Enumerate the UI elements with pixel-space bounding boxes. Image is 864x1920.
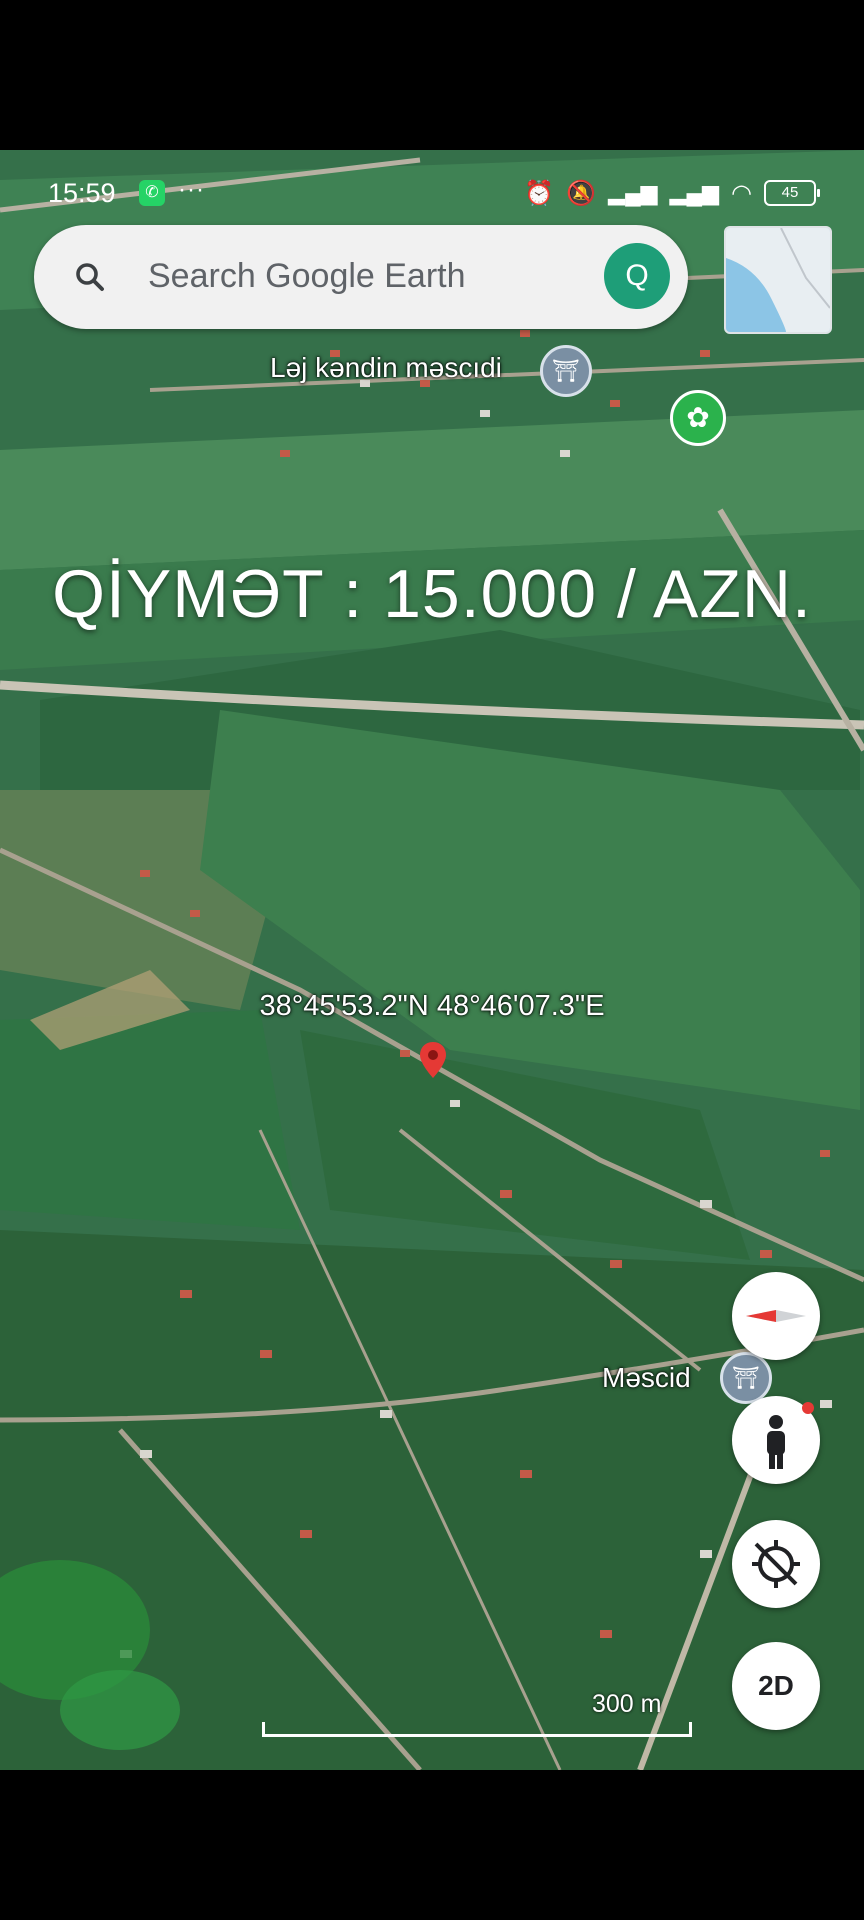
status-icons: ⏰ 🔕 ▂▄▆ ▂▄▆ ◠ 45 [524, 178, 820, 208]
location-pin-icon[interactable] [420, 1042, 446, 1078]
location-off-icon [752, 1540, 800, 1588]
street-view-icon [767, 1402, 814, 1469]
search-bar[interactable]: Search Google Earth Q [34, 225, 688, 329]
status-overflow: ··· [178, 176, 205, 203]
compass-button[interactable] [732, 1272, 820, 1360]
alarm-icon: ⏰ [524, 179, 555, 207]
signal-icon: ▂▄▆ [669, 180, 720, 205]
signal-icon: ▂▄▆ [608, 180, 658, 205]
poi-label-mosque-2[interactable]: Məscid [602, 1362, 691, 1394]
scale-bar [262, 1722, 692, 1737]
search-input[interactable]: Search Google Earth [148, 257, 466, 296]
battery-icon: 45 [764, 180, 820, 206]
poi-label-mosque[interactable]: Ləj kəndin məscıdi [270, 352, 502, 384]
search-icon[interactable] [72, 259, 108, 295]
my-location-button[interactable] [732, 1520, 820, 1608]
account-avatar[interactable]: Q [604, 243, 670, 309]
coordinates-label: 38°45'53.2"N 48°46'07.3"E [259, 990, 605, 1022]
bottom-black-bar [0, 1770, 864, 1920]
minimap-thumbnail[interactable] [724, 226, 832, 334]
wifi-icon: ◠ [731, 179, 752, 207]
whatsapp-icon: ✆ [139, 180, 165, 206]
park-icon[interactable]: ✿ [670, 390, 726, 446]
price-overlay: QİYMƏT : 15.000 / AZN. [52, 556, 812, 632]
scale-label: 300 m [592, 1690, 662, 1718]
status-time: 15:59 [48, 178, 116, 208]
view-mode-2d-button[interactable]: 2D [732, 1642, 820, 1730]
top-black-bar [0, 0, 864, 150]
mosque-icon[interactable]: ⛩ [540, 345, 592, 397]
view-mode-label: 2D [758, 1670, 794, 1701]
street-view-button[interactable] [732, 1396, 820, 1484]
mute-icon: 🔕 [566, 179, 597, 207]
compass-icon [746, 1310, 806, 1322]
